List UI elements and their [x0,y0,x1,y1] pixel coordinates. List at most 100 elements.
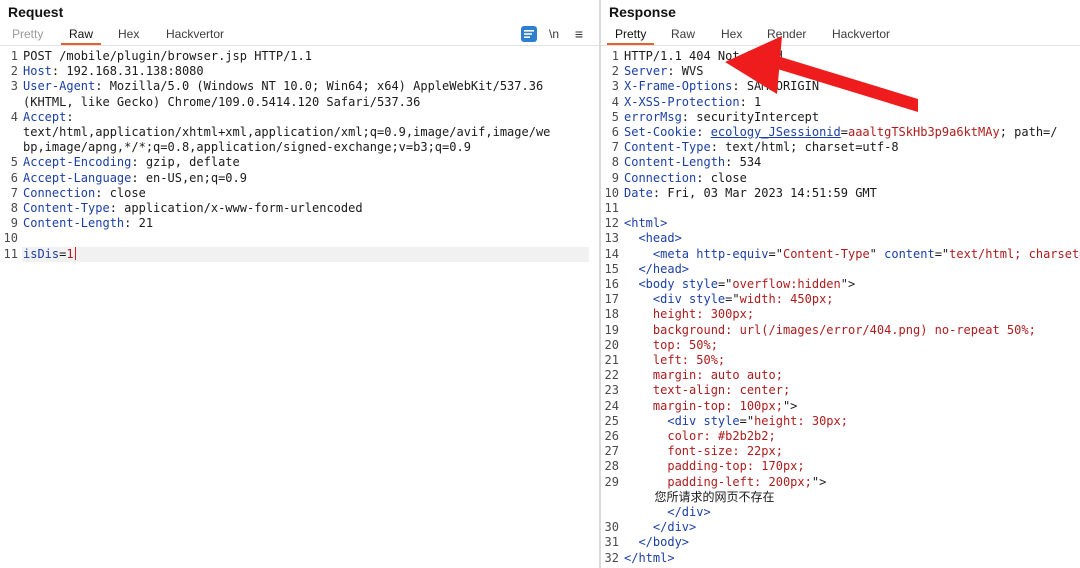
code-line: X-Frame-Options: SAMEORIGIN [624,79,819,94]
code-token: POST /mobile/plugin/browser.jsp HTTP/1.1 [23,49,312,63]
code-token: isDis [23,246,60,261]
code-line: color: #b2b2b2; [624,429,775,444]
code-line: margin: auto auto; [624,368,783,383]
line-number: 4 [611,94,619,109]
code-token: =" [768,246,783,261]
line-number: 2 [10,64,18,79]
code-token: =" [725,292,740,307]
response-tab-pretty[interactable]: Pretty [606,27,655,45]
line-number: 11 [3,246,18,261]
line-number: 20 [604,337,619,352]
line-number: 1 [611,49,619,63]
code-line: (KHTML, like Gecko) Chrome/109.0.5414.12… [23,95,420,110]
code-token: : Mozilla/5.0 (Windows NT 10.0; Win64; x… [95,79,544,94]
wrap-lines-icon[interactable] [521,26,537,42]
code-token: width: 450px; [739,292,834,307]
code-token: X-Frame-Options [624,79,733,94]
code-line: <body style="overflow:hidden"> [624,277,855,292]
code-line: background: url(/images/error/404.png) n… [624,323,1036,338]
code-token: height: 30px; [754,413,848,428]
response-tab-hex[interactable]: Hex [721,27,742,41]
code-line: Content-Length: 21 [23,216,153,231]
line-number: 21 [604,353,619,367]
line-number: 8 [611,155,619,170]
code-token: margin: auto auto; [624,368,783,383]
line-number: 7 [10,185,18,200]
line-number [0,140,18,155]
code-token: Connection [23,185,96,200]
code-token: ecology_JSessionid [710,125,841,139]
code-line: </div> [624,505,710,520]
code-token: X-XSS-Protection [624,94,740,109]
code-line: left: 50%; [624,353,725,368]
code-token: : en-US,en;q=0.9 [131,170,247,185]
code-token: : text/html; charset=utf-8 [710,140,899,155]
line-number: 30 [604,520,619,535]
request-tab-raw[interactable]: Raw [60,27,102,45]
newline-icon[interactable]: \n [547,26,561,42]
code-token: </head> [638,261,690,276]
hamburger-menu-icon[interactable]: ≡ [572,26,586,42]
line-number: 9 [611,170,619,185]
line-number: 13 [604,231,619,246]
request-tab-hex[interactable]: Hex [118,27,139,41]
line-number: 19 [604,322,619,337]
code-token: </div> [652,520,697,535]
response-pane: Response Pretty Raw Hex Render Hackverto… [601,0,1080,568]
code-token: Server [624,64,668,79]
line-number: 8 [10,201,18,215]
code-token: errorMsg [624,109,682,124]
request-tab-hackvertor[interactable]: Hackvertor [166,27,224,41]
code-token: Content-Type [23,201,110,215]
code-token: font-size: 22px; [624,444,783,459]
line-number: 6 [611,125,619,139]
code-token: "> [811,474,827,489]
code-token: : WVS [667,64,704,79]
code-line: padding-top: 170px; [624,459,804,474]
response-tab-raw[interactable]: Raw [671,27,695,41]
response-tab-hackvertor[interactable]: Hackvertor [832,27,890,41]
code-line: Accept-Language: en-US,en;q=0.9 [23,171,247,186]
code-line: HTTP/1.1 404 Not Found [624,49,783,64]
line-number: 1 [10,49,18,63]
code-token: Content-Type [624,140,711,155]
request-editor[interactable]: 1 POST /mobile/plugin/browser.jsp HTTP/1.… [0,46,599,568]
code-token: content [884,246,935,261]
line-number: 32 [604,550,619,565]
line-number: 7 [611,140,619,155]
line-number: 4 [10,109,18,124]
request-pane: Request Pretty Raw Hex Hackvertor \n ≡ 1… [0,0,599,568]
code-line: top: 50%; [624,338,718,353]
code-token: padding-left: 200px; [624,474,812,489]
line-number: 3 [611,79,619,94]
code-line: Accept: [23,110,74,125]
line-number: 5 [611,109,619,124]
line-number [0,125,18,140]
code-line: <div style="height: 30px; [624,414,848,429]
line-number [601,490,619,505]
response-viewer[interactable]: 1 HTTP/1.1 404 Not Found 2 Server: WVS 3 X-Fr… [601,46,1080,568]
code-line: Host: 192.168.31.138:8080 [23,64,204,79]
code-token: =" [934,246,950,261]
request-tab-pretty[interactable]: Pretty [12,27,43,41]
line-number: 2 [611,64,619,79]
code-token: Content-Type [782,246,870,261]
code-line: bp,image/apng,*/*;q=0.8,application/sign… [23,140,471,155]
code-token: Content-Length [23,216,125,231]
code-token: top: 50%; [624,337,718,352]
line-number: 11 [604,201,619,215]
code-token: </body> [638,535,690,550]
code-token: text-align: center; [624,383,791,398]
code-line: padding-left: 200px;"> [624,475,826,490]
line-number: 28 [604,459,619,474]
code-token: : Fri, 03 Mar 2023 14:51:59 GMT [652,185,877,200]
code-line: Content-Length: 534 [624,155,761,170]
response-tab-render[interactable]: Render [767,27,806,41]
code-token: Connection [624,170,697,185]
code-token: : 1 [739,94,762,109]
code-token: 您所请求的网页不存在 [624,489,775,504]
